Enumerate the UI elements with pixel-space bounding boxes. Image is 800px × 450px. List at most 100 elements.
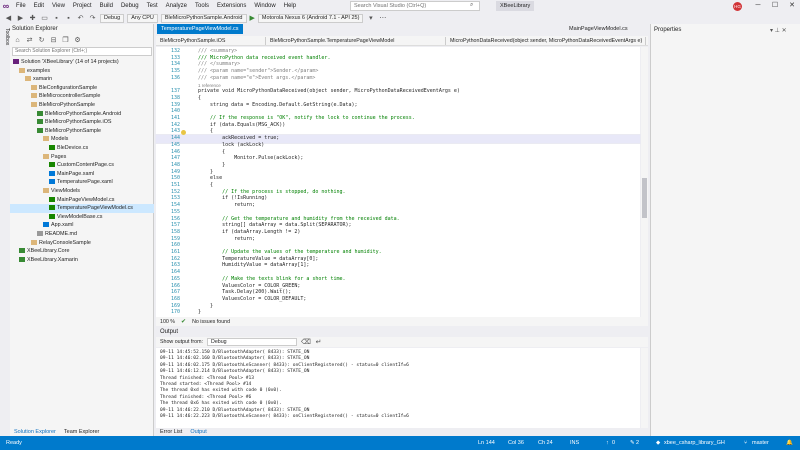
menu-file[interactable]: File	[12, 0, 30, 12]
back-icon[interactable]: ◀	[4, 14, 13, 22]
menu-extensions[interactable]: Extensions	[213, 0, 250, 12]
menu-help[interactable]: Help	[280, 0, 300, 12]
word-wrap-icon[interactable]: ↵	[314, 338, 323, 346]
toolbox-tab[interactable]: Toolbox	[0, 28, 10, 45]
menu-debug[interactable]: Debug	[117, 0, 143, 12]
code-line[interactable]: 170}	[156, 309, 640, 317]
tab-team-explorer[interactable]: Team Explorer	[60, 428, 103, 436]
tree-item[interactable]: README.md	[10, 230, 154, 239]
search-input[interactable]: Search Visual Studio (Ctrl+Q)	[350, 1, 480, 11]
switch-views-icon[interactable]: ⇄	[25, 36, 34, 44]
menu-analyze[interactable]: Analyze	[162, 0, 191, 12]
tree-item-label: ViewModels	[51, 188, 80, 194]
status-repository[interactable]: xbee_csharp_library_GH	[664, 436, 725, 450]
tree-item[interactable]: TemperaturePageViewModel.cs	[10, 204, 154, 213]
startup-project-dropdown[interactable]: BleMicroPythonSample.Android	[160, 13, 247, 23]
tree-item[interactable]: BleMicrocontrollerSample	[10, 92, 154, 101]
start-debugging-icon[interactable]: ▶	[250, 14, 255, 22]
forward-icon[interactable]: ▶	[16, 14, 25, 22]
menu-project[interactable]: Project	[69, 0, 96, 12]
tree-item[interactable]: BleDevice.cs	[10, 144, 154, 153]
refresh-icon[interactable]: ↻	[37, 36, 46, 44]
folder-icon	[31, 93, 37, 99]
project-icon	[37, 119, 43, 125]
toolbar-extra-icon[interactable]: ⋯	[378, 14, 387, 22]
tab-solution-explorer[interactable]: Solution Explorer	[10, 428, 60, 436]
debug-option-icon[interactable]: ▾	[366, 14, 375, 22]
close-button[interactable]: ✕	[784, 0, 800, 12]
run-target-dropdown[interactable]: Motorola Nexus 6 (Android 7.1 - API 25)	[257, 13, 364, 23]
save-all-icon[interactable]: ▪	[64, 15, 73, 22]
tree-item-label: RelayConsoleSample	[39, 239, 91, 246]
tree-item[interactable]: MainPage.xaml	[10, 170, 154, 179]
tree-item[interactable]: XBeeLibrary.Core	[10, 247, 154, 256]
tree-item[interactable]: Pages	[10, 153, 154, 162]
clear-all-icon[interactable]: ⌫	[301, 338, 311, 346]
new-project-icon[interactable]: ✚	[28, 14, 37, 22]
tab-temperature-page-view-model[interactable]: TemperaturePageViewModel.cs	[157, 24, 243, 34]
maximize-button[interactable]: ☐	[767, 0, 783, 12]
solution-platform-dropdown[interactable]: Any CPU	[127, 13, 158, 23]
tree-item[interactable]: RelayConsoleSample	[10, 239, 154, 248]
tree-item[interactable]: ViewModelBase.cs	[10, 213, 154, 222]
tab-output[interactable]: Output	[186, 428, 211, 436]
tree-item[interactable]: TemperaturePage.xaml	[10, 178, 154, 187]
tree-item[interactable]: Models	[10, 135, 154, 144]
show-all-files-icon[interactable]: ❐	[61, 36, 70, 44]
tab-main-page-view-model[interactable]: MainPageViewModel.cs	[565, 24, 632, 34]
output-source-dropdown[interactable]: Debug	[207, 338, 297, 346]
tree-item[interactable]: Solution 'XBeeLibrary' (14 of 14 project…	[10, 58, 154, 67]
properties-panel-controls[interactable]: ▾ ⊥ ✕	[770, 27, 787, 34]
tree-item[interactable]: XBeeLibrary.Xamarin	[10, 256, 154, 265]
tree-item[interactable]: App.xaml	[10, 221, 154, 230]
status-branch[interactable]: master	[752, 436, 769, 450]
tab-error-list[interactable]: Error List	[156, 428, 186, 436]
tree-item[interactable]: BleMicroPythonSample.iOS	[10, 118, 154, 127]
tree-item[interactable]: BleMicroPythonSample.Android	[10, 110, 154, 119]
menu-tools[interactable]: Tools	[191, 0, 213, 12]
undo-icon[interactable]: ↶	[76, 14, 85, 22]
issues-status[interactable]: No issues found	[192, 319, 230, 325]
collapse-all-icon[interactable]: ⊟	[49, 36, 58, 44]
status-up-arrow-icon[interactable]: ↑	[606, 436, 609, 450]
status-pending-changes[interactable]: 2	[636, 436, 639, 450]
member-dropdown[interactable]: MicroPythonDataReceived(object sender, M…	[446, 36, 646, 45]
editor-scroll-thumb[interactable]	[642, 178, 647, 218]
tree-item[interactable]: BleConfigurationSample	[10, 84, 154, 93]
tree-item-label: BleMicroPythonSample	[39, 102, 96, 108]
tree-item[interactable]: MainPageViewModel.cs	[10, 196, 154, 205]
save-icon[interactable]: ▪	[52, 15, 61, 22]
tree-item[interactable]: BleMicroPythonSample	[10, 101, 154, 110]
tree-item[interactable]: xamarin	[10, 75, 154, 84]
notifications-icon[interactable]: 🔔	[786, 436, 793, 450]
redo-icon[interactable]: ↷	[88, 14, 97, 22]
project-dropdown[interactable]: BleMicroPythonSample.iOS	[156, 36, 266, 45]
zoom-level[interactable]: 100 %	[160, 319, 175, 325]
tree-item[interactable]: examples	[10, 67, 154, 76]
solution-explorer-search[interactable]: Search Solution Explorer (Ctrl+;)	[12, 47, 152, 56]
menu-build[interactable]: Build	[96, 0, 117, 12]
properties-icon[interactable]: ⚙	[73, 36, 82, 44]
menu-window[interactable]: Window	[250, 0, 279, 12]
lightbulb-icon[interactable]	[181, 130, 186, 135]
search-icon[interactable]: ⌕	[470, 2, 473, 9]
visual-studio-logo-icon[interactable]: ∞	[0, 0, 12, 12]
user-avatar[interactable]: HG	[733, 2, 742, 11]
open-icon[interactable]: ▭	[40, 14, 49, 22]
menu-view[interactable]: View	[48, 0, 69, 12]
minimize-button[interactable]: ─	[750, 0, 766, 12]
show-output-label: Show output from:	[160, 339, 203, 345]
properties-title: Properties	[654, 27, 682, 33]
class-dropdown[interactable]: BleMicroPythonSample.TemperaturePageView…	[266, 36, 446, 45]
output-scrollbar[interactable]	[641, 348, 648, 428]
menu-test[interactable]: Test	[143, 0, 162, 12]
xaml-file-icon	[49, 179, 55, 185]
status-pending-commits[interactable]: 0	[612, 436, 615, 450]
menu-edit[interactable]: Edit	[30, 0, 48, 12]
tree-item[interactable]: CustomContentPage.cs	[10, 161, 154, 170]
home-icon[interactable]: ⌂	[13, 37, 22, 44]
status-pencil-icon[interactable]: ✎	[630, 436, 635, 450]
solution-config-dropdown[interactable]: Debug	[100, 13, 125, 23]
tree-item[interactable]: BleMicroPythonSample	[10, 127, 154, 136]
tree-item[interactable]: ViewModels	[10, 187, 154, 196]
